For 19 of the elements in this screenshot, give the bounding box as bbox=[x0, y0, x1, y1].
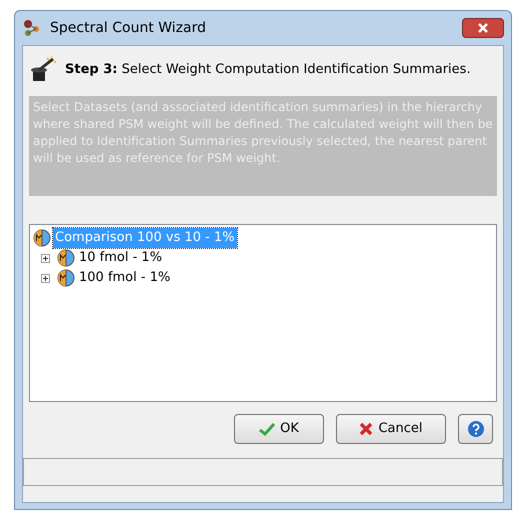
ok-button[interactable]: OK bbox=[234, 414, 324, 444]
cancel-button[interactable]: Cancel bbox=[336, 414, 446, 444]
cross-icon bbox=[359, 422, 374, 436]
step-heading: Step 3: Select Weight Computation Identification Summaries. bbox=[65, 61, 471, 80]
window-title: Spectral Count Wizard bbox=[50, 18, 206, 38]
close-button[interactable] bbox=[462, 18, 504, 38]
expand-toggle[interactable] bbox=[41, 254, 50, 262]
tree-item[interactable]: 10 fmol - 1% bbox=[77, 248, 164, 268]
check-icon bbox=[259, 422, 276, 436]
expand-toggle[interactable] bbox=[41, 274, 50, 282]
tree-item[interactable]: 100 fmol - 1% bbox=[77, 268, 172, 288]
dataset-icon bbox=[57, 269, 75, 287]
app-logo-icon bbox=[22, 19, 42, 37]
help-button[interactable] bbox=[458, 414, 493, 444]
help-icon bbox=[466, 420, 484, 438]
close-icon bbox=[478, 23, 488, 33]
dataset-icon bbox=[33, 229, 51, 247]
dataset-icon bbox=[57, 249, 75, 267]
magic-wand-icon bbox=[29, 56, 57, 84]
